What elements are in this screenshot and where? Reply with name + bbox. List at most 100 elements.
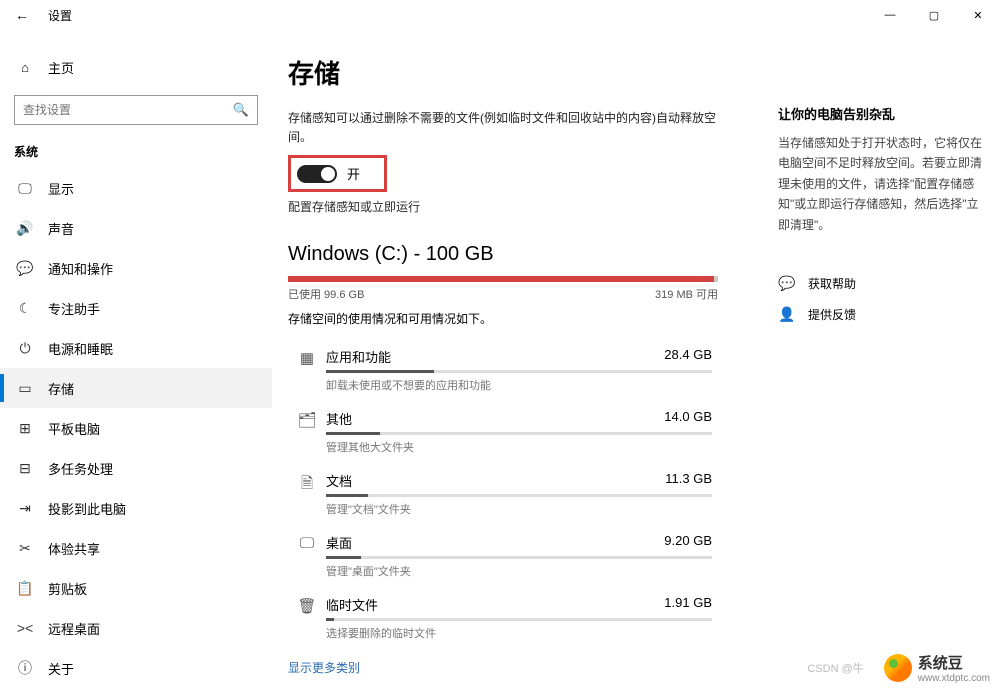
back-button[interactable]: ← xyxy=(8,7,36,23)
category-bar xyxy=(326,432,712,435)
category-bar xyxy=(326,494,712,497)
drive-usage-bar xyxy=(288,276,718,282)
category-name: 其他 xyxy=(326,409,352,428)
tip-text: 当存储感知处于打开状态时，它将仅在电脑空间不足时释放空间。若要立即清理未使用的文… xyxy=(778,133,988,235)
sidebar-item-label: 专注助手 xyxy=(48,299,100,318)
notifications-icon: 💬 xyxy=(14,260,36,277)
tip-title: 让你的电脑告别杂乱 xyxy=(778,104,988,123)
sidebar-item-label: 体验共享 xyxy=(48,539,100,558)
clipboard-icon: 📋 xyxy=(14,580,36,597)
storage-category-documents[interactable]: 🗎文档11.3 GB管理"文档"文件夹 xyxy=(288,463,718,525)
storage-sense-description: 存储感知可以通过删除不需要的文件(例如临时文件和回收站中的内容)自动释放空间。 xyxy=(288,109,718,147)
sidebar-item-label: 平板电脑 xyxy=(48,419,100,438)
sidebar-item-remote[interactable]: >< 远程桌面 xyxy=(0,608,272,648)
search-icon: 🔍 xyxy=(233,102,249,118)
category-size: 11.3 GB xyxy=(665,471,712,490)
get-help-link[interactable]: 💬 获取帮助 xyxy=(778,275,988,292)
sidebar-item-label: 多任务处理 xyxy=(48,459,113,478)
sidebar-item-label: 存储 xyxy=(48,379,74,398)
remote-icon: >< xyxy=(14,620,36,636)
category-desc: 管理"桌面"文件夹 xyxy=(326,563,712,579)
storage-sense-toggle-highlight: 开 xyxy=(288,155,387,192)
sidebar-item-clipboard[interactable]: 📋 剪贴板 xyxy=(0,568,272,608)
drive-free-label: 319 MB 可用 xyxy=(655,286,718,302)
window-title: 设置 xyxy=(36,7,72,24)
storage-sense-toggle[interactable] xyxy=(297,165,337,183)
storage-icon: ▭ xyxy=(14,380,36,397)
documents-icon: 🗎 xyxy=(294,471,320,498)
sidebar-item-label: 远程桌面 xyxy=(48,619,100,638)
sidebar-item-label: 电源和睡眠 xyxy=(48,339,113,358)
maximize-button[interactable]: ▢ xyxy=(912,0,956,30)
sidebar-item-label: 通知和操作 xyxy=(48,259,113,278)
category-size: 9.20 GB xyxy=(664,533,712,552)
page-title: 存储 xyxy=(288,54,718,91)
search-box[interactable]: 🔍 xyxy=(14,95,258,125)
feedback-icon: 👤 xyxy=(778,306,800,323)
category-size: 14.0 GB xyxy=(664,409,712,428)
category-name: 临时文件 xyxy=(326,595,378,614)
sidebar-group-title: 系统 xyxy=(0,125,272,168)
help-icon: 💬 xyxy=(778,275,800,292)
focus-icon: ☾ xyxy=(14,300,36,317)
sidebar-item-focus[interactable]: ☾ 专注助手 xyxy=(0,288,272,328)
storage-category-temp[interactable]: 🗑临时文件1.91 GB选择要删除的临时文件 xyxy=(288,587,718,649)
home-link[interactable]: ⌂ 主页 xyxy=(0,50,272,85)
category-name: 应用和功能 xyxy=(326,347,391,366)
sidebar-item-multitask[interactable]: ⊟ 多任务处理 xyxy=(0,448,272,488)
category-bar xyxy=(326,556,712,559)
sidebar-item-sound[interactable]: 🔊 声音 xyxy=(0,208,272,248)
display-icon: 🖵 xyxy=(14,180,36,197)
category-size: 1.91 GB xyxy=(664,595,712,614)
storage-category-apps[interactable]: ▦ 应用和功能 28.4 GB 卸载未使用或不想要的应用和功能 xyxy=(288,339,718,401)
sidebar-item-label: 关于 xyxy=(48,659,74,678)
show-more-categories-link[interactable]: 显示更多类别 xyxy=(288,659,718,676)
storage-category-other[interactable]: 🗂 其他 14.0 GB 管理其他大文件夹 xyxy=(288,401,718,463)
search-input[interactable] xyxy=(23,103,233,117)
give-feedback-link[interactable]: 👤 提供反馈 xyxy=(778,306,988,323)
other-icon: 🗂 xyxy=(294,409,320,429)
sidebar-item-display[interactable]: 🖵 显示 xyxy=(0,168,272,208)
sidebar-item-power[interactable]: ⏻ 电源和睡眠 xyxy=(0,328,272,368)
sidebar-item-label: 剪贴板 xyxy=(48,579,87,598)
category-name: 文档 xyxy=(326,471,352,490)
sidebar: ⌂ 主页 🔍 系统 🖵 显示 🔊 声音 💬 通知和操作 ☾ 专注助手 ⏻ 电源和睡眠 ▭ 存储 ⊞ 平板电… xyxy=(0,30,272,690)
desktop-icon: 🖵 xyxy=(294,533,320,552)
sidebar-item-tablet[interactable]: ⊞ 平板电脑 xyxy=(0,408,272,448)
close-button[interactable]: ✕ xyxy=(956,0,1000,30)
multitask-icon: ⊟ xyxy=(14,460,36,477)
configure-storage-sense-link[interactable]: 配置存储感知或立即运行 xyxy=(288,198,718,215)
category-desc: 管理其他大文件夹 xyxy=(326,439,712,455)
storage-category-desktop[interactable]: 🖵 桌面 9.20 GB 管理"桌面"文件夹 xyxy=(288,525,718,587)
category-bar xyxy=(326,618,712,621)
sidebar-item-shared[interactable]: ✂ 体验共享 xyxy=(0,528,272,568)
sidebar-item-project[interactable]: ⇥ 投影到此电脑 xyxy=(0,488,272,528)
sidebar-item-notifications[interactable]: 💬 通知和操作 xyxy=(0,248,272,288)
apps-icon: ▦ xyxy=(294,347,320,367)
project-icon: ⇥ xyxy=(14,500,36,517)
category-name: 桌面 xyxy=(326,533,352,552)
tablet-icon: ⊞ xyxy=(14,420,36,437)
about-icon: ⓘ xyxy=(14,658,36,678)
drive-used-label: 已使用 99.6 GB xyxy=(288,286,364,302)
give-feedback-label: 提供反馈 xyxy=(808,306,856,323)
shared-icon: ✂ xyxy=(14,540,36,557)
home-icon: ⌂ xyxy=(14,60,36,75)
minimize-button[interactable]: — xyxy=(868,0,912,30)
sound-icon: 🔊 xyxy=(14,220,36,237)
home-label: 主页 xyxy=(48,58,74,77)
temp-icon: 🗑 xyxy=(294,595,320,615)
sidebar-item-about[interactable]: ⓘ 关于 xyxy=(0,648,272,688)
storage-sense-toggle-label: 开 xyxy=(347,164,360,183)
sidebar-item-label: 声音 xyxy=(48,219,74,238)
sidebar-item-label: 显示 xyxy=(48,179,74,198)
power-icon: ⏻ xyxy=(14,340,36,357)
category-bar xyxy=(326,370,712,373)
drive-subtitle: 存储空间的使用情况和可用情况如下。 xyxy=(288,310,718,327)
sidebar-item-label: 投影到此电脑 xyxy=(48,499,126,518)
get-help-label: 获取帮助 xyxy=(808,275,856,292)
drive-title: Windows (C:) - 100 GB xyxy=(288,243,718,266)
category-desc: 卸载未使用或不想要的应用和功能 xyxy=(326,377,712,393)
sidebar-item-storage[interactable]: ▭ 存储 xyxy=(0,368,272,408)
category-size: 28.4 GB xyxy=(664,347,712,366)
